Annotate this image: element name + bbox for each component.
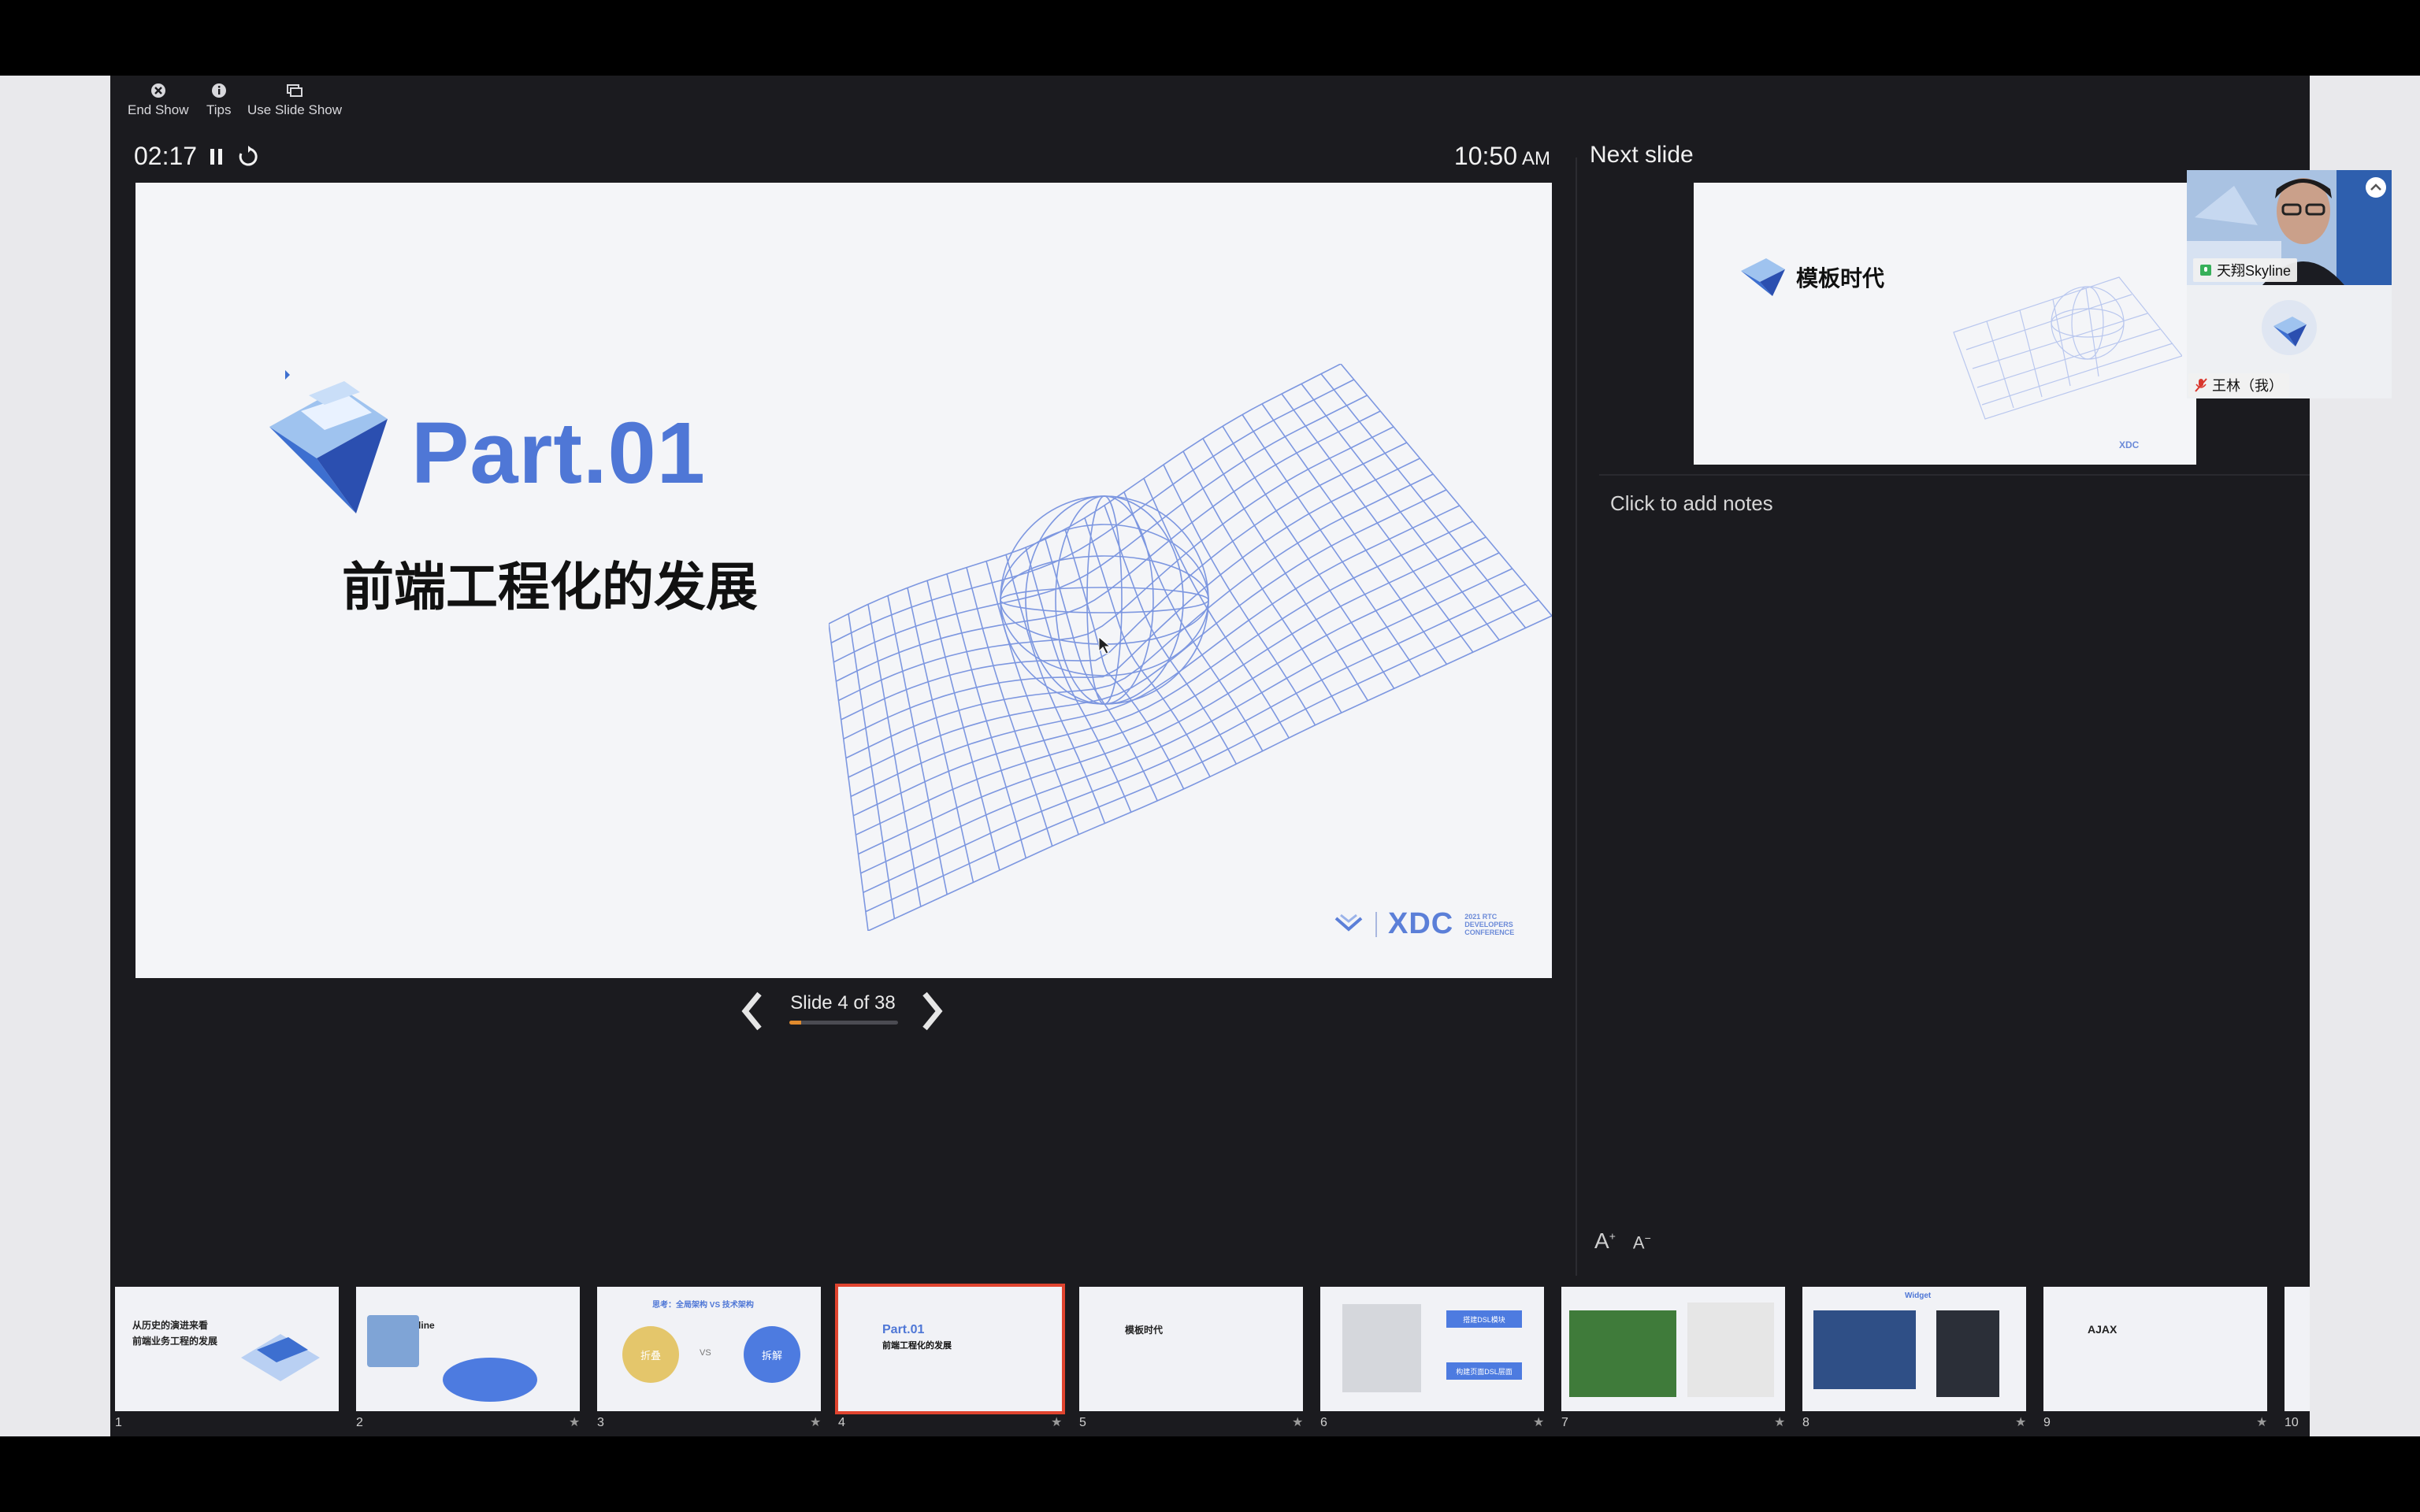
- reset-icon[interactable]: [236, 145, 260, 169]
- slide-thumbnail-9[interactable]: AJAX: [2043, 1287, 2267, 1411]
- star-icon[interactable]: ★: [569, 1414, 580, 1430]
- logo-small-line-2: DEVELOPERS: [1464, 920, 1513, 928]
- next-slide-title: 模板时代: [1796, 266, 1885, 291]
- slide-thumbnail-5[interactable]: 模板时代: [1079, 1287, 1303, 1411]
- star-icon[interactable]: ★: [1774, 1414, 1785, 1430]
- slideshow-icon: [287, 84, 302, 97]
- slide-thumbnail-number: 8: [1802, 1416, 1809, 1429]
- wireframe-sphere-graphic: [829, 364, 1552, 931]
- mic-muted-icon: [2195, 378, 2207, 392]
- slide-thumbnail-number: 5: [1079, 1416, 1086, 1429]
- slide-progress-fill: [789, 1021, 801, 1025]
- star-icon[interactable]: ★: [810, 1414, 821, 1430]
- participant-video-2[interactable]: 王林（我）: [2187, 285, 2392, 398]
- slide-thumbnail-4[interactable]: Part.01 前端工程化的发展: [835, 1284, 1065, 1414]
- tips-button[interactable]: Tips: [206, 82, 232, 118]
- participant-name-1: 天翔Skyline: [2217, 263, 2292, 279]
- star-icon[interactable]: ★: [2256, 1414, 2267, 1430]
- slide-subtitle: 前端工程化的发展: [342, 558, 758, 616]
- notes-font-controls: A+ A−: [1594, 1228, 1651, 1254]
- next-slide-logo: XDC: [2119, 439, 2140, 450]
- current-clock: 10:50 AM: [1454, 142, 1550, 171]
- slide-thumbnail-number: 3: [597, 1416, 604, 1429]
- end-show-label: End Show: [128, 102, 189, 117]
- slide-thumbnail-2[interactable]: @天翔Skyline: [356, 1287, 580, 1411]
- slide-thumbnail-strip: 从历史的演进来看前端业务工程的发展 1 @天翔Skyline 2 ★ 思考：全局架构 VS…: [110, 1284, 2310, 1436]
- thumbnail-title-line: Widget: [1905, 1292, 1932, 1300]
- avatar: [2262, 300, 2317, 355]
- gem-logo-icon: [269, 370, 388, 513]
- participant-name-2: 王林（我）: [2212, 378, 2283, 394]
- slide-progress-bar: [789, 1021, 898, 1025]
- decrease-font-button[interactable]: A−: [1633, 1232, 1651, 1253]
- next-wireframe-graphic: [1953, 276, 2182, 420]
- next-slide-preview[interactable]: 模板时代 XDC: [1694, 183, 2196, 465]
- mouse-cursor-icon: [1098, 636, 1111, 654]
- star-icon[interactable]: ★: [1051, 1414, 1062, 1430]
- elapsed-timer: 02:17: [134, 142, 260, 171]
- slide-thumbnail-8[interactable]: Widget: [1802, 1287, 2026, 1411]
- xdc-logo-small: 2021 RTC DEVELOPERS CONFERENCE: [1464, 913, 1514, 936]
- xdc-logo: XDC 2021 RTC DEVELOPERS CONFERENCE: [1333, 907, 1514, 941]
- speaker-icon: [2200, 265, 2211, 276]
- close-circle-icon: [150, 83, 165, 98]
- logo-divider: [1375, 911, 1377, 937]
- pause-icon[interactable]: [208, 146, 225, 167]
- gem-logo-small-icon: [1741, 258, 1785, 296]
- video-panel: 天翔Skyline 王林（我）: [2187, 170, 2392, 398]
- elapsed-time: 02:17: [134, 142, 198, 170]
- slide-thumbnail-6[interactable]: 搭建DSL模块 构建页面DSL层面: [1320, 1287, 1544, 1411]
- slide-thumbnail-number: 2: [356, 1416, 363, 1429]
- use-slide-show-button[interactable]: Use Slide Show: [247, 82, 342, 118]
- xdc-logo-text: XDC: [1388, 907, 1454, 940]
- slide-thumbnail-number: 10: [2285, 1416, 2299, 1429]
- decrease-font-label: A: [1632, 1232, 1645, 1252]
- increase-font-label: A: [1594, 1228, 1609, 1253]
- participant-tag-2: 王林（我）: [2188, 373, 2289, 397]
- xdc-mark-icon: [1334, 914, 1363, 932]
- panel-divider[interactable]: [1576, 158, 1577, 1276]
- thumbnail-title-line: 前端业务工程的发展: [132, 1336, 218, 1347]
- star-icon[interactable]: ★: [1292, 1414, 1303, 1430]
- previous-slide-button[interactable]: [740, 991, 764, 1032]
- slide-thumbnail-3[interactable]: 思考：全局架构 VS 技术架构 折叠 VS 拆解: [597, 1287, 821, 1411]
- slide-thumbnail-number: 7: [1561, 1416, 1568, 1429]
- slide-counter: Slide 4 of 38: [790, 992, 896, 1014]
- thumbnail-title-line: 前端工程化的发展: [882, 1341, 952, 1351]
- slide-thumbnail-10[interactable]: [2285, 1287, 2310, 1411]
- notes-separator: [1599, 474, 2310, 476]
- clock-ampm: AM: [1522, 148, 1550, 169]
- slide-thumbnail-number: 9: [2043, 1416, 2051, 1429]
- slide-thumbnail-1[interactable]: 从历史的演进来看 前端业务工程的发展: [115, 1287, 339, 1411]
- slide-thumbnail-number: 6: [1320, 1416, 1327, 1429]
- next-slide-label: Next slide: [1590, 142, 1694, 168]
- star-icon[interactable]: ★: [1533, 1414, 1544, 1430]
- end-show-button[interactable]: End Show: [128, 82, 189, 118]
- participant-tag-1: 天翔Skyline: [2193, 258, 2298, 282]
- thumbnail-title-line: 模板时代: [1125, 1325, 1164, 1336]
- thumbnail-title-line: AJAX: [2088, 1323, 2118, 1336]
- thumbnail-title-line: Part.01: [882, 1323, 925, 1336]
- collapse-video-icon[interactable]: [2365, 176, 2387, 198]
- logo-small-line-3: CONFERENCE: [1464, 928, 1515, 936]
- thumbnail-title-line: 从历史的演进来看: [132, 1320, 209, 1331]
- slide-thumbnail-number: 4: [838, 1416, 845, 1429]
- info-icon: [211, 83, 226, 98]
- thumbnail-title-line: 思考：全局架构 VS 技术架构: [652, 1301, 754, 1310]
- star-icon[interactable]: ★: [2015, 1414, 2026, 1430]
- clock-time: 10:50: [1453, 142, 1517, 170]
- slide-thumbnail-number: 1: [115, 1416, 122, 1429]
- next-slide-button[interactable]: [920, 991, 944, 1032]
- slide-thumbnail-7[interactable]: [1561, 1287, 1785, 1411]
- use-slide-show-label: Use Slide Show: [247, 102, 343, 117]
- increase-font-button[interactable]: A+: [1594, 1228, 1616, 1254]
- tips-label: Tips: [206, 102, 232, 117]
- participant-video-1[interactable]: 天翔Skyline: [2187, 170, 2392, 285]
- notes-field[interactable]: Click to add notes: [1610, 491, 1773, 516]
- slide-title: Part.01: [411, 405, 706, 502]
- logo-small-line-1: 2021 RTC: [1464, 912, 1498, 921]
- current-slide[interactable]: Part.01 前端工程化的发展 XDC 2021 RTC DEVELOPERS…: [135, 183, 1552, 978]
